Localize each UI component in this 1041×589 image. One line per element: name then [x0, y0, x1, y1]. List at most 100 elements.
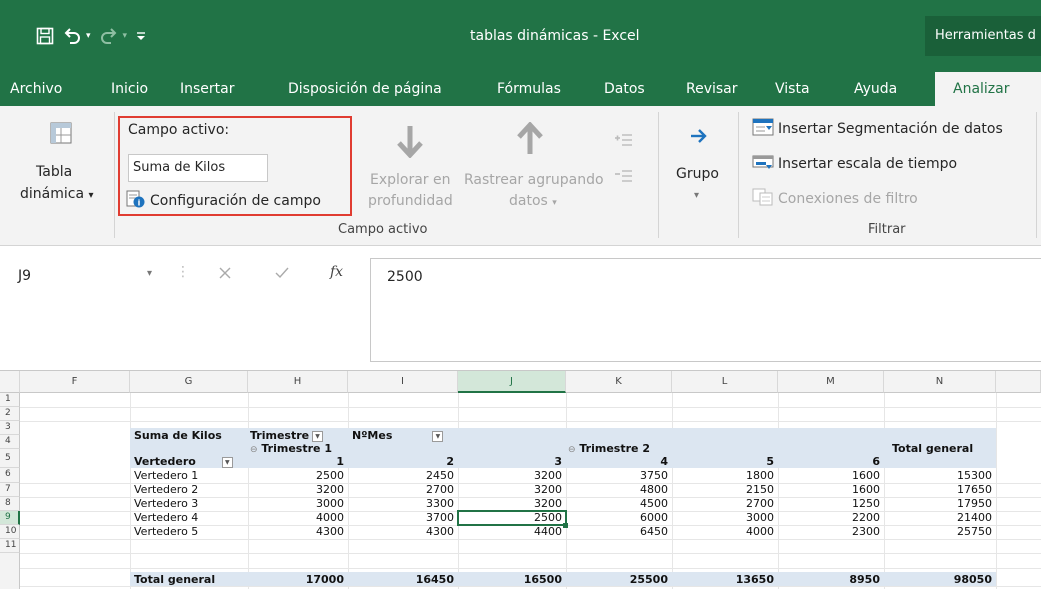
explorar-profundidad-button[interactable]: Explorar en profundidad — [366, 118, 458, 214]
redo-icon[interactable] — [99, 25, 119, 47]
cancel-icon[interactable] — [218, 266, 232, 284]
pivot-value-cell[interactable]: 4300 — [348, 525, 454, 538]
column-header[interactable] — [996, 371, 1041, 393]
tab-analizar[interactable]: Analizar — [935, 72, 1041, 106]
row-header[interactable]: 7 — [0, 483, 20, 497]
pivot-value-cell[interactable]: 2500 — [248, 469, 344, 482]
tabla-dinamica-button[interactable]: Tabla dinámica ▾ — [14, 116, 106, 212]
pivot-total-cell[interactable]: 17000 — [248, 573, 344, 586]
row-header[interactable]: 3 — [0, 421, 20, 435]
pivot-value-cell[interactable]: 1800 — [672, 469, 774, 482]
pivot-value-cell[interactable]: 25750 — [884, 525, 992, 538]
pivot-value-cell[interactable]: 2200 — [778, 511, 880, 524]
pivot-value-cell[interactable]: 3700 — [348, 511, 454, 524]
rastrear-agrupando-button[interactable]: Rastrear agrupando datos ▾ — [464, 118, 604, 214]
pivot-value-cell[interactable]: 2300 — [778, 525, 880, 538]
column-header[interactable]: M — [778, 371, 884, 393]
pivot-col-field-mes[interactable]: NºMes ▼ — [352, 429, 444, 442]
pivot-value-cell[interactable]: 3200 — [458, 483, 562, 496]
row-header[interactable]: 1 — [0, 393, 20, 407]
pivot-value-cell[interactable]: 1600 — [778, 483, 880, 496]
tab-insertar[interactable]: Insertar — [180, 72, 235, 106]
tab-ayuda[interactable]: Ayuda — [854, 72, 897, 106]
row-header[interactable]: 5 — [0, 449, 20, 468]
pivot-row-label[interactable]: Vertedero 2 — [134, 483, 198, 496]
pivot-value-cell[interactable]: 4800 — [566, 483, 668, 496]
pivot-row-field[interactable]: Vertedero ▼ — [134, 455, 233, 468]
grupo-button[interactable]: Grupo ▾ — [670, 120, 730, 216]
pivot-value-cell[interactable]: 6000 — [566, 511, 668, 524]
name-box[interactable]: J9 — [18, 268, 31, 284]
tab-disposicion[interactable]: Disposición de página — [288, 72, 442, 106]
pivot-total-cell[interactable]: 8950 — [778, 573, 880, 586]
pivot-value-cell[interactable]: 2150 — [672, 483, 774, 496]
pivot-value-cell[interactable]: 1600 — [778, 469, 880, 482]
collapse-minus-icon[interactable]: ⊖ — [568, 445, 576, 455]
column-header[interactable]: K — [566, 371, 672, 393]
pivot-value-cell[interactable]: 4400 — [458, 525, 562, 538]
pivot-value-cell[interactable]: 2500 — [458, 511, 562, 524]
pivot-value-cell[interactable]: 3200 — [248, 483, 344, 496]
formula-bar-grip-icon[interactable]: ⋮ — [176, 264, 190, 280]
tab-inicio[interactable]: Inicio — [111, 72, 148, 106]
row-header[interactable]: 4 — [0, 435, 20, 449]
customize-qat-icon[interactable] — [135, 25, 147, 47]
row-header[interactable]: 10 — [0, 525, 20, 539]
row-header[interactable] — [0, 553, 20, 589]
pivot-value-cell[interactable]: 6450 — [566, 525, 668, 538]
pivot-row-label[interactable]: Vertedero 5 — [134, 525, 198, 538]
pivot-total-cell[interactable]: 13650 — [672, 573, 774, 586]
pivot-value-cell[interactable]: 2450 — [348, 469, 454, 482]
pivot-value-cell[interactable]: 3000 — [248, 497, 344, 510]
pivot-value-cell[interactable]: 4000 — [248, 511, 344, 524]
undo-icon[interactable] — [62, 25, 82, 47]
pivot-value-cell[interactable]: 21400 — [884, 511, 992, 524]
pivot-total-cell[interactable]: 98050 — [884, 573, 992, 586]
pivot-value-cell[interactable]: 4000 — [672, 525, 774, 538]
filter-dropdown-icon[interactable]: ▼ — [312, 430, 324, 442]
pivot-value-cell[interactable]: 15300 — [884, 469, 992, 482]
save-icon[interactable] — [36, 25, 54, 47]
configuracion-campo-button[interactable]: i Configuración de campo — [126, 190, 321, 212]
pivot-value-cell[interactable]: 3200 — [458, 469, 562, 482]
pivot-value-cell[interactable]: 4300 — [248, 525, 344, 538]
undo-dropdown-icon[interactable]: ▾ — [86, 31, 91, 41]
column-header[interactable]: I — [348, 371, 458, 393]
redo-dropdown-icon[interactable]: ▾ — [123, 31, 128, 41]
pivot-row-label[interactable]: Vertedero 3 — [134, 497, 198, 510]
filter-dropdown-icon[interactable]: ▼ — [221, 456, 233, 468]
pivot-value-cell[interactable]: 17950 — [884, 497, 992, 510]
pivot-total-cell[interactable]: 16450 — [348, 573, 454, 586]
column-header-selected[interactable]: J — [458, 371, 566, 393]
tab-datos[interactable]: Datos — [604, 72, 645, 106]
tab-vista[interactable]: Vista — [775, 72, 810, 106]
row-header[interactable]: 6 — [0, 468, 20, 483]
enter-check-icon[interactable] — [274, 266, 290, 284]
pivot-row-label[interactable]: Vertedero 4 — [134, 511, 198, 524]
tab-revisar[interactable]: Revisar — [686, 72, 738, 106]
column-header[interactable]: F — [20, 371, 130, 393]
pivot-value-cell[interactable]: 17650 — [884, 483, 992, 496]
pivot-value-cell[interactable]: 4500 — [566, 497, 668, 510]
insertar-segmentacion-button[interactable]: Insertar Segmentación de datos — [752, 118, 1003, 140]
column-header[interactable]: N — [884, 371, 996, 393]
pivot-row-label[interactable]: Vertedero 1 — [134, 469, 198, 482]
select-all-corner[interactable] — [0, 371, 20, 393]
row-header-selected[interactable]: 9 — [0, 511, 20, 525]
expand-field-icon[interactable] — [614, 132, 634, 154]
pivot-value-cell[interactable]: 2700 — [672, 497, 774, 510]
tab-formulas[interactable]: Fórmulas — [497, 72, 561, 106]
pivot-value-cell[interactable]: 1250 — [778, 497, 880, 510]
pivot-value-cell[interactable]: 3300 — [348, 497, 454, 510]
name-box-dropdown-icon[interactable]: ▾ — [147, 268, 152, 279]
pivot-col-field-trimestre[interactable]: Trimestre ▼ — [250, 429, 324, 442]
campo-activo-input[interactable]: Suma de Kilos — [128, 154, 268, 182]
row-header[interactable]: 8 — [0, 497, 20, 511]
pivot-value-cell[interactable]: 2700 — [348, 483, 454, 496]
pivot-total-cell[interactable]: 16500 — [458, 573, 562, 586]
pivot-value-cell[interactable]: 3000 — [672, 511, 774, 524]
pivot-value-cell[interactable]: 3750 — [566, 469, 668, 482]
column-header[interactable]: G — [130, 371, 248, 393]
collapse-field-icon[interactable] — [614, 168, 634, 190]
column-header[interactable]: H — [248, 371, 348, 393]
